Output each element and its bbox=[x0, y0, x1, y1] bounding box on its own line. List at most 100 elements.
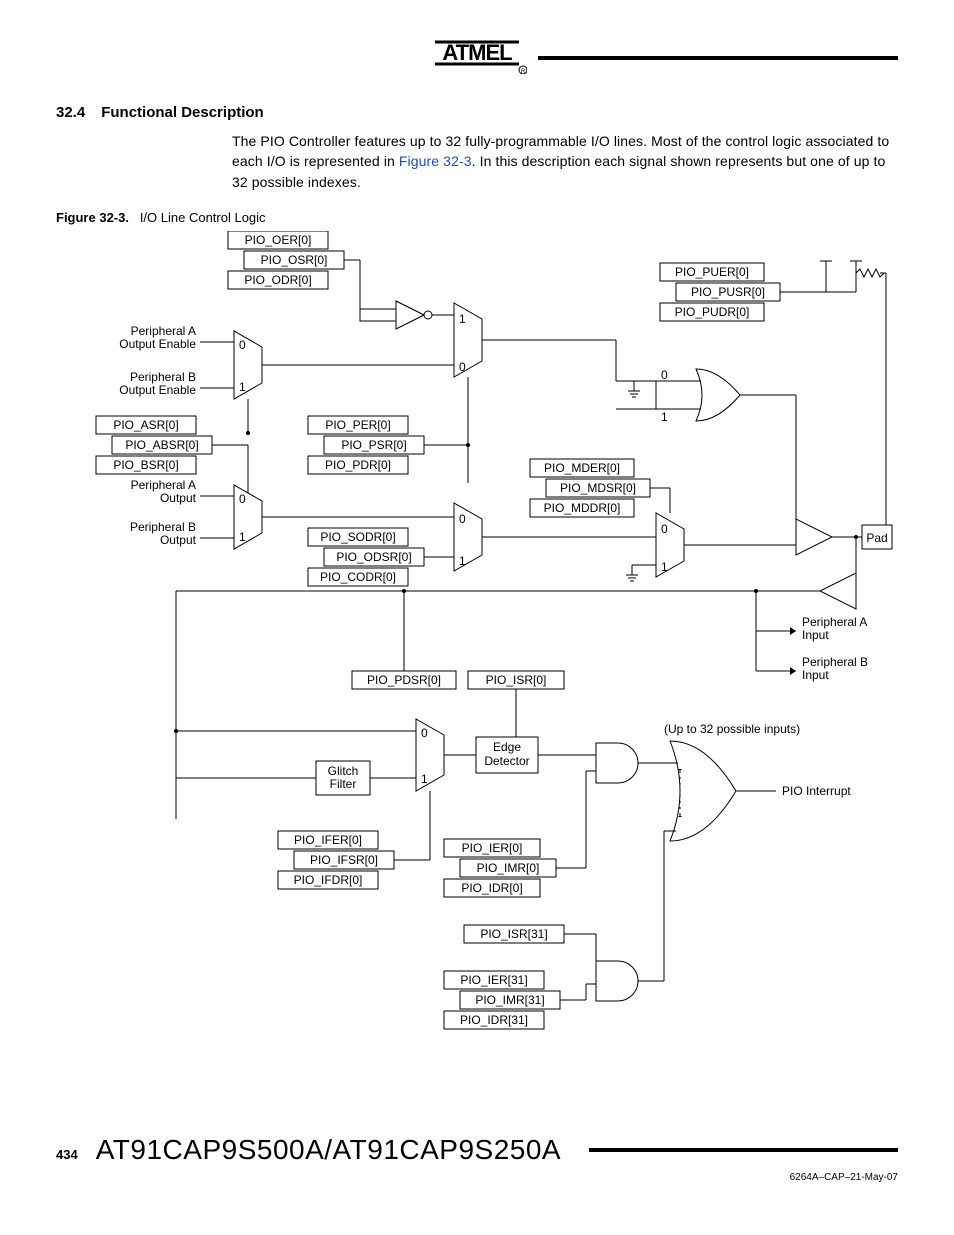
reg-group-interrupt0: PIO_IER[0] PIO_IMR[0] PIO_IDR[0] bbox=[444, 771, 586, 897]
svg-text:Peripheral A: Peripheral A bbox=[131, 324, 196, 338]
svg-text:PIO_IMR[0]: PIO_IMR[0] bbox=[477, 861, 540, 875]
reg-group-absel: PIO_ASR[0] PIO_ABSR[0] PIO_BSR[0] bbox=[96, 416, 248, 531]
svg-text:PIO_IFSR[0]: PIO_IFSR[0] bbox=[310, 853, 378, 867]
reg-group-output-enable: PIO_OER[0] PIO_OSR[0] PIO_ODR[0] bbox=[228, 231, 454, 329]
svg-text:PIO_SODR[0]: PIO_SODR[0] bbox=[320, 530, 395, 544]
io-line-control-logic-diagram: PIO_OER[0] PIO_OSR[0] PIO_ODR[0] Periphe… bbox=[56, 231, 898, 1101]
svg-text:Glitch: Glitch bbox=[328, 764, 359, 778]
svg-text:0: 0 bbox=[661, 368, 668, 382]
svg-text:PIO_MDER[0]: PIO_MDER[0] bbox=[544, 461, 620, 475]
reg-group-pullup: PIO_PUER[0] PIO_PUSR[0] PIO_PUDR[0] bbox=[660, 261, 886, 537]
figure-caption: Figure 32-3. I/O Line Control Logic bbox=[56, 210, 898, 225]
and-gate-int31 bbox=[586, 831, 676, 1001]
svg-text:PIO_BSR[0]: PIO_BSR[0] bbox=[113, 458, 178, 472]
svg-text:PIO_ABSR[0]: PIO_ABSR[0] bbox=[125, 438, 198, 452]
reg-group-multidrive: PIO_MDER[0] PIO_MDSR[0] PIO_MDDR[0] bbox=[530, 459, 670, 517]
svg-text:PIO_IDR[0]: PIO_IDR[0] bbox=[461, 881, 522, 895]
svg-text:1: 1 bbox=[239, 530, 246, 544]
svg-text:Input: Input bbox=[802, 668, 829, 682]
svg-text:PIO_PDR[0]: PIO_PDR[0] bbox=[325, 458, 391, 472]
svg-text:PIO_ASR[0]: PIO_ASR[0] bbox=[113, 418, 178, 432]
svg-text:Peripheral A: Peripheral A bbox=[131, 478, 196, 492]
svg-text:1: 1 bbox=[239, 380, 246, 394]
svg-text:ATMEL: ATMEL bbox=[442, 40, 512, 65]
svg-text:R: R bbox=[521, 69, 526, 74]
svg-text:Peripheral B: Peripheral B bbox=[130, 520, 196, 534]
section-title: Functional Description bbox=[101, 104, 264, 121]
svg-text:PIO_PSR[0]: PIO_PSR[0] bbox=[341, 438, 406, 452]
svg-text:1: 1 bbox=[661, 410, 668, 424]
svg-text:PIO_ODR[0]: PIO_ODR[0] bbox=[244, 273, 311, 287]
reg-group-output-data: PIO_SODR[0] PIO_ODSR[0] PIO_CODR[0] bbox=[308, 528, 454, 586]
glitch-filter-path: Glitch Filter 0 1 bbox=[174, 719, 476, 795]
svg-text:Peripheral B: Peripheral B bbox=[130, 370, 196, 384]
or-gate-pio-interrupt: (Up to 32 possible inputs) PIO Interrupt bbox=[664, 722, 851, 841]
svg-text:0: 0 bbox=[239, 338, 246, 352]
svg-text:PIO_CODR[0]: PIO_CODR[0] bbox=[320, 570, 396, 584]
svg-text:PIO Interrupt: PIO Interrupt bbox=[782, 784, 851, 798]
svg-text:Output Enable: Output Enable bbox=[119, 383, 196, 397]
svg-text:PIO_OER[0]: PIO_OER[0] bbox=[245, 233, 312, 247]
mux-output-enable-ab: Peripheral A Output Enable Peripheral B … bbox=[119, 324, 454, 399]
figure-link[interactable]: Figure 32-3 bbox=[399, 153, 472, 169]
or-gate-output-enable: 0 1 bbox=[628, 368, 796, 525]
svg-text:Output: Output bbox=[160, 533, 197, 547]
svg-text:PIO_IMR[31]: PIO_IMR[31] bbox=[475, 993, 544, 1007]
svg-text:Detector: Detector bbox=[484, 754, 529, 768]
and-gate-int0 bbox=[586, 743, 670, 783]
svg-text:1: 1 bbox=[421, 772, 428, 786]
svg-text:PIO_ODSR[0]: PIO_ODSR[0] bbox=[336, 550, 411, 564]
svg-text:PIO_PUSR[0]: PIO_PUSR[0] bbox=[691, 285, 765, 299]
svg-text:0: 0 bbox=[239, 492, 246, 506]
section-heading: 32.4 Functional Description bbox=[56, 104, 898, 121]
svg-text:PIO_IER[31]: PIO_IER[31] bbox=[460, 973, 527, 987]
svg-text:(Up to 32 possible inputs): (Up to 32 possible inputs) bbox=[664, 722, 800, 736]
mux-output-enable-combine: 1 0 bbox=[454, 303, 656, 381]
header: ATMEL R bbox=[56, 36, 898, 74]
reg-group-pio-enable: PIO_PER[0] PIO_PSR[0] PIO_PDR[0] bbox=[308, 377, 470, 483]
svg-text:0: 0 bbox=[421, 726, 428, 740]
svg-text:Filter: Filter bbox=[330, 777, 357, 791]
svg-text:Input: Input bbox=[802, 628, 829, 642]
body-paragraph: The PIO Controller features up to 32 ful… bbox=[232, 131, 898, 192]
svg-text:1: 1 bbox=[661, 560, 668, 574]
svg-text:PIO_PUER[0]: PIO_PUER[0] bbox=[675, 265, 749, 279]
reg-group-input-filter: PIO_IFER[0] PIO_IFSR[0] PIO_IFDR[0] bbox=[278, 791, 430, 889]
svg-text:PIO_PUDR[0]: PIO_PUDR[0] bbox=[675, 305, 750, 319]
reg-group-interrupt31: PIO_IER[31] PIO_IMR[31] PIO_IDR[31] bbox=[444, 971, 586, 1029]
svg-text:Peripheral B: Peripheral B bbox=[802, 655, 868, 669]
part-number: AT91CAP9S500A/AT91CAP9S250A bbox=[96, 1134, 561, 1166]
svg-text:PIO_ISR[0]: PIO_ISR[0] bbox=[486, 673, 547, 687]
svg-text:PIO_OSR[0]: PIO_OSR[0] bbox=[261, 253, 328, 267]
svg-text:0: 0 bbox=[459, 360, 466, 374]
figure-label-bold: Figure 32-3. bbox=[56, 210, 129, 225]
svg-text:PIO_IER[0]: PIO_IER[0] bbox=[462, 841, 523, 855]
svg-text:PIO_PER[0]: PIO_PER[0] bbox=[325, 418, 390, 432]
svg-text:Output Enable: Output Enable bbox=[119, 337, 196, 351]
svg-text:1: 1 bbox=[459, 312, 466, 326]
svg-text:PIO_MDSR[0]: PIO_MDSR[0] bbox=[560, 481, 636, 495]
svg-text:PIO_PDSR[0]: PIO_PDSR[0] bbox=[367, 673, 441, 687]
svg-text:Edge: Edge bbox=[493, 740, 521, 754]
section-number: 32.4 bbox=[56, 104, 85, 121]
output-buffer: Pad bbox=[796, 519, 892, 555]
atmel-logo: ATMEL R bbox=[427, 36, 527, 74]
svg-text:1: 1 bbox=[459, 554, 466, 568]
document-id: 6264A–CAP–21-May-07 bbox=[56, 1172, 898, 1183]
figure-label-text: I/O Line Control Logic bbox=[140, 210, 266, 225]
svg-text:0: 0 bbox=[661, 522, 668, 536]
footer: 434 AT91CAP9S500A/AT91CAP9S250A 6264A–CA… bbox=[56, 1134, 898, 1183]
svg-text:Peripheral A: Peripheral A bbox=[802, 615, 867, 629]
svg-text:PIO_ISR[31]: PIO_ISR[31] bbox=[480, 927, 547, 941]
svg-text:PIO_MDDR[0]: PIO_MDDR[0] bbox=[544, 501, 621, 515]
svg-text:Pad: Pad bbox=[866, 531, 887, 545]
page-number: 434 bbox=[56, 1147, 78, 1162]
svg-text:PIO_IDR[31]: PIO_IDR[31] bbox=[460, 1013, 528, 1027]
svg-text:PIO_IFDR[0]: PIO_IFDR[0] bbox=[294, 873, 363, 887]
header-rule bbox=[538, 56, 898, 60]
footer-rule bbox=[589, 1148, 898, 1152]
svg-text:PIO_IFER[0]: PIO_IFER[0] bbox=[294, 833, 362, 847]
svg-text:0: 0 bbox=[459, 512, 466, 526]
edge-detector: Edge Detector bbox=[476, 689, 596, 773]
svg-text:Output: Output bbox=[160, 491, 197, 505]
